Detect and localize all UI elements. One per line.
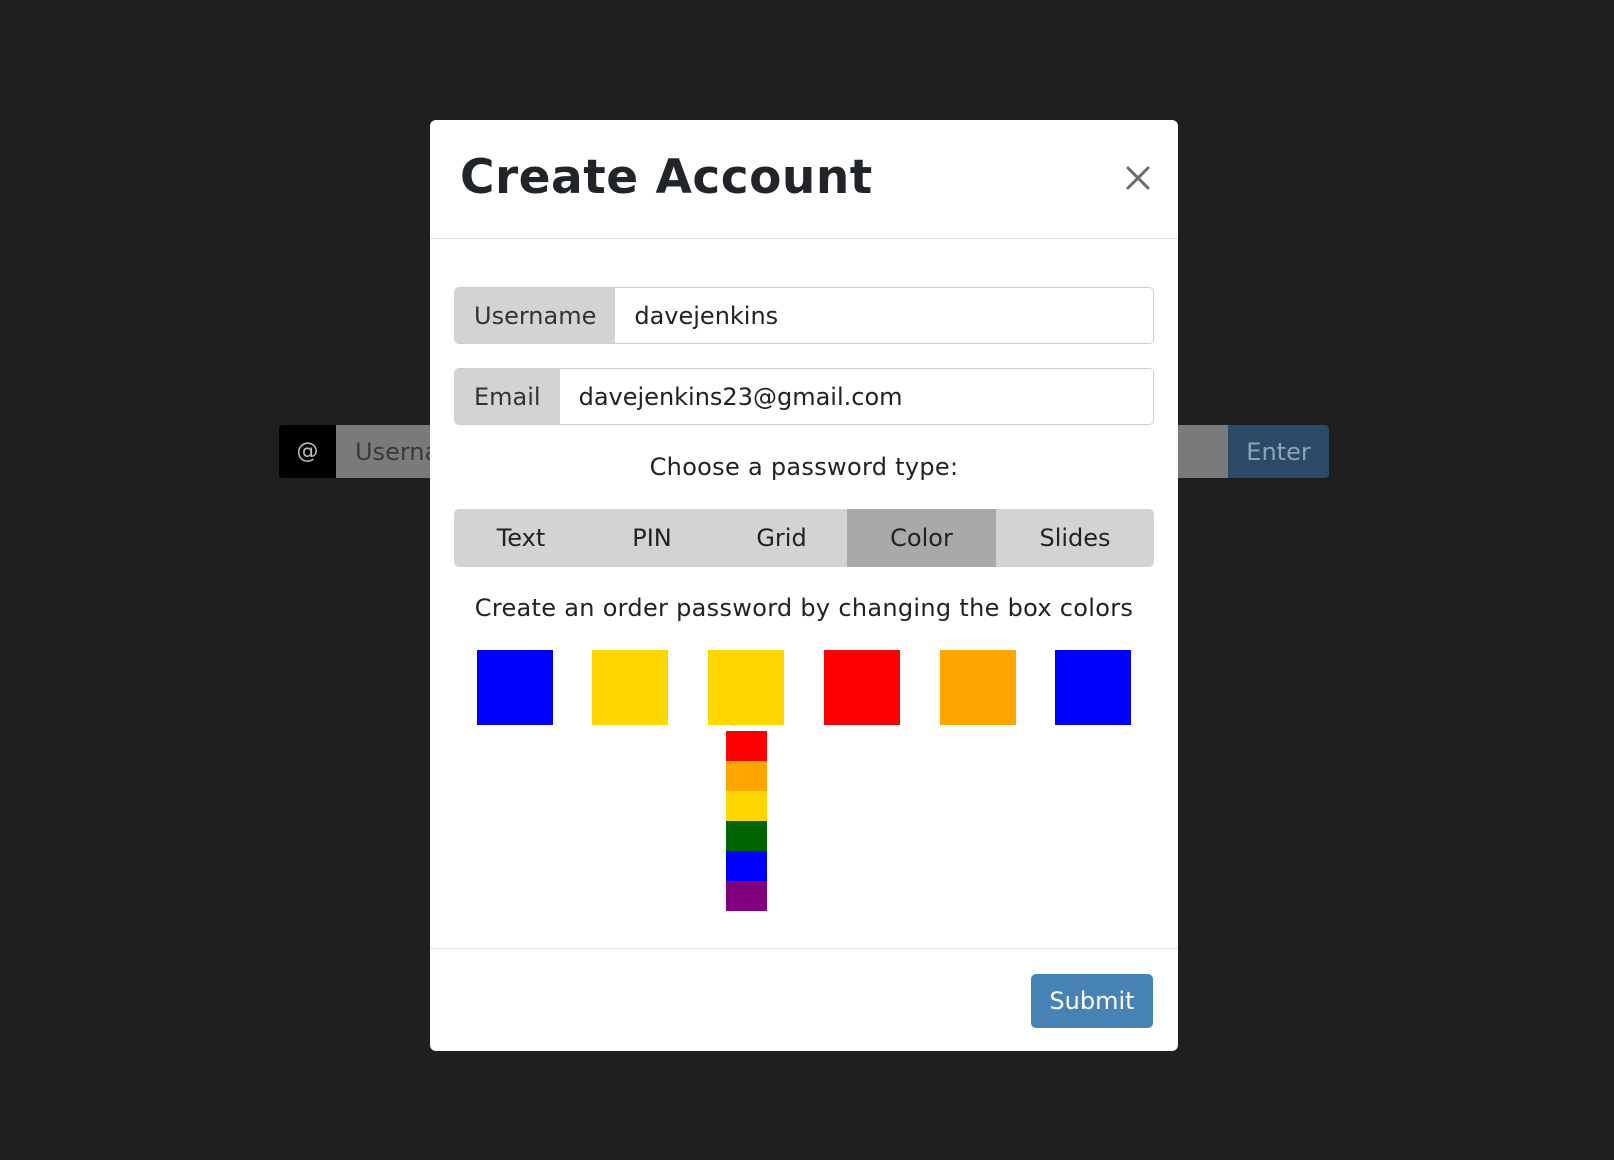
palette-swatch-orange[interactable] bbox=[726, 761, 767, 791]
tab-slides[interactable]: Slides bbox=[996, 509, 1154, 567]
background-enter-button: Enter bbox=[1228, 425, 1329, 478]
tab-pin[interactable]: PIN bbox=[588, 509, 716, 567]
tab-grid[interactable]: Grid bbox=[716, 509, 847, 567]
tab-color[interactable]: Color bbox=[847, 509, 996, 567]
color-instruction: Create an order password by changing the… bbox=[474, 594, 1134, 622]
submit-button[interactable]: Submit bbox=[1031, 974, 1153, 1028]
color-palette-dropdown bbox=[726, 731, 767, 911]
username-input[interactable] bbox=[615, 288, 1153, 343]
at-symbol-addon: @ bbox=[279, 425, 336, 478]
username-group: Username bbox=[454, 287, 1154, 344]
create-account-modal: Create Account Username Email Choose a p… bbox=[430, 120, 1178, 1051]
modal-header: Create Account bbox=[430, 120, 1178, 239]
email-input[interactable] bbox=[559, 369, 1153, 424]
email-label: Email bbox=[455, 369, 560, 424]
color-box-1[interactable] bbox=[477, 650, 553, 725]
username-label: Username bbox=[455, 288, 616, 343]
color-box-4[interactable] bbox=[824, 650, 900, 725]
color-box-5[interactable] bbox=[940, 650, 1016, 725]
email-group: Email bbox=[454, 368, 1154, 425]
modal-title: Create Account bbox=[460, 150, 873, 205]
color-box-2[interactable] bbox=[592, 650, 668, 725]
close-icon[interactable] bbox=[1120, 160, 1156, 196]
palette-swatch-yellow[interactable] bbox=[726, 791, 767, 821]
palette-swatch-blue[interactable] bbox=[726, 851, 767, 881]
password-type-tabs: Text PIN Grid Color Slides bbox=[454, 509, 1154, 567]
palette-swatch-purple[interactable] bbox=[726, 881, 767, 911]
color-box-6[interactable] bbox=[1055, 650, 1131, 725]
palette-swatch-green[interactable] bbox=[726, 821, 767, 851]
palette-swatch-red[interactable] bbox=[726, 731, 767, 761]
password-type-prompt: Choose a password type: bbox=[649, 453, 959, 481]
color-box-3[interactable] bbox=[708, 650, 784, 725]
modal-footer: Submit bbox=[430, 948, 1178, 1051]
tab-text[interactable]: Text bbox=[454, 509, 588, 567]
